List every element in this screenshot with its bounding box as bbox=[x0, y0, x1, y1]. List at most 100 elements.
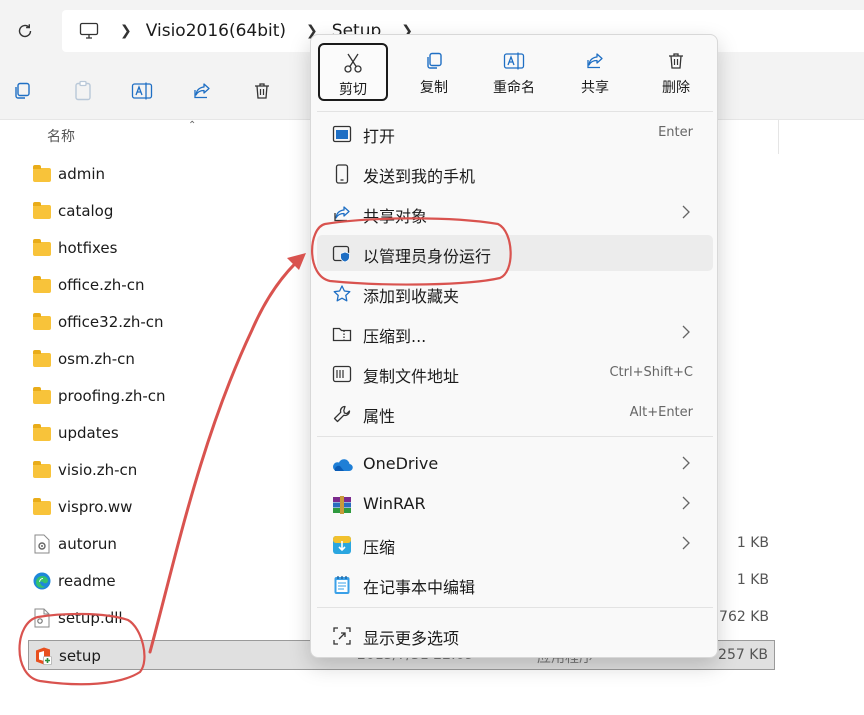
delete-icon bbox=[255, 83, 269, 99]
breadcrumb-visio2016[interactable]: Visio2016(64bit) bbox=[146, 21, 286, 41]
share-button[interactable]: 共享 bbox=[560, 43, 630, 101]
menu-item-more-options[interactable]: 显示更多选项 bbox=[317, 617, 713, 653]
menu-item-compress-to[interactable]: 压缩到... bbox=[317, 315, 713, 351]
wrench-icon bbox=[331, 403, 353, 425]
share-icon bbox=[583, 49, 607, 73]
quick-action-bar: 剪切 复制 重命名 共享 删除 bbox=[311, 35, 719, 109]
column-header-name[interactable]: 名称 bbox=[47, 126, 75, 146]
menu-item-label: 压缩 bbox=[363, 538, 396, 557]
folder-icon bbox=[32, 386, 52, 406]
delete-label: 删除 bbox=[662, 80, 690, 96]
menu-item-label: 复制文件地址 bbox=[363, 367, 460, 386]
column-divider[interactable] bbox=[778, 120, 779, 154]
toolbar-delete-button[interactable] bbox=[250, 78, 274, 104]
star-icon bbox=[331, 283, 353, 305]
menu-item-add-favorites[interactable]: 添加到收藏夹 bbox=[317, 275, 713, 311]
menu-item-winrar[interactable]: WinRAR bbox=[317, 486, 713, 522]
this-pc-icon bbox=[78, 20, 100, 42]
copy-path-icon bbox=[331, 363, 353, 385]
phone-icon bbox=[331, 163, 353, 185]
chevron-right-icon bbox=[682, 496, 690, 510]
copy-label: 复制 bbox=[420, 80, 448, 96]
menu-item-send-to-phone[interactable]: 发送到我的手机 bbox=[317, 155, 713, 191]
menu-shortcut: Enter bbox=[658, 125, 693, 140]
menu-shortcut: Alt+Enter bbox=[629, 405, 693, 420]
file-size: 257 KB bbox=[718, 647, 768, 663]
office-setup-icon bbox=[33, 646, 53, 666]
file-name: admin bbox=[58, 165, 105, 183]
edge-browser-icon bbox=[32, 571, 52, 591]
notepad-icon bbox=[331, 574, 353, 596]
rename-icon bbox=[502, 49, 526, 73]
open-window-icon bbox=[331, 123, 353, 145]
toolbar-paste-button[interactable] bbox=[71, 78, 95, 104]
file-name: updates bbox=[58, 424, 119, 442]
zip-folder-icon bbox=[331, 323, 353, 345]
compress-app-icon bbox=[331, 534, 353, 556]
menu-shortcut: Ctrl+Shift+C bbox=[609, 365, 693, 380]
breadcrumb-chevron-icon[interactable]: ❯ bbox=[120, 23, 132, 39]
toolbar-share-button[interactable] bbox=[190, 78, 214, 104]
sort-ascending-icon: ⌃ bbox=[188, 120, 197, 131]
file-size: 1 KB bbox=[736, 535, 769, 551]
file-name: setup bbox=[59, 647, 101, 665]
refresh-icon bbox=[18, 24, 32, 38]
copy-button[interactable]: 复制 bbox=[399, 43, 469, 101]
delete-icon bbox=[664, 49, 688, 73]
menu-item-label: 在记事本中编辑 bbox=[363, 578, 476, 597]
file-name: visio.zh-cn bbox=[58, 461, 138, 479]
menu-item-onedrive[interactable]: OneDrive bbox=[317, 446, 713, 482]
folder-icon bbox=[32, 349, 52, 369]
menu-item-label: 发送到我的手机 bbox=[363, 167, 476, 186]
menu-item-run-as-admin[interactable]: 以管理员身份运行 bbox=[317, 235, 713, 271]
file-name: readme bbox=[58, 572, 116, 590]
folder-icon bbox=[32, 275, 52, 295]
file-size: 1 KB bbox=[736, 572, 769, 588]
admin-shield-icon bbox=[331, 243, 353, 265]
winrar-icon bbox=[331, 494, 353, 516]
menu-item-open[interactable]: 打开 Enter bbox=[317, 115, 713, 151]
toolbar-rename-button[interactable] bbox=[130, 78, 154, 104]
menu-item-label: WinRAR bbox=[363, 494, 426, 513]
toolbar-copy-button[interactable] bbox=[10, 78, 34, 104]
menu-item-label: 共享对象 bbox=[363, 207, 428, 226]
folder-icon bbox=[32, 312, 52, 332]
menu-item-properties[interactable]: 属性 Alt+Enter bbox=[317, 395, 713, 431]
delete-button[interactable]: 删除 bbox=[641, 43, 711, 101]
file-name: setup.dll bbox=[58, 609, 123, 627]
copy-icon bbox=[15, 82, 30, 99]
settings-file-icon bbox=[32, 534, 52, 554]
share-icon bbox=[194, 83, 210, 99]
file-name: osm.zh-cn bbox=[58, 350, 135, 368]
refresh-button[interactable] bbox=[12, 18, 38, 44]
menu-item-label: 显示更多选项 bbox=[363, 629, 460, 648]
file-name: catalog bbox=[58, 202, 114, 220]
menu-item-label: 属性 bbox=[363, 407, 396, 426]
scissors-icon bbox=[341, 51, 365, 75]
dll-file-icon bbox=[32, 608, 52, 628]
menu-item-share-object[interactable]: 共享对象 bbox=[317, 195, 713, 231]
menu-item-compress[interactable]: 压缩 bbox=[317, 526, 713, 562]
file-size: 762 KB bbox=[719, 609, 769, 625]
onedrive-cloud-icon bbox=[331, 454, 353, 476]
menu-item-label: OneDrive bbox=[363, 454, 439, 473]
rename-label: 重命名 bbox=[493, 80, 535, 96]
rename-button[interactable]: 重命名 bbox=[479, 43, 549, 101]
folder-icon bbox=[32, 497, 52, 517]
menu-divider bbox=[317, 436, 713, 437]
folder-icon bbox=[32, 460, 52, 480]
file-name: proofing.zh-cn bbox=[58, 387, 166, 405]
menu-item-copy-path[interactable]: 复制文件地址 Ctrl+Shift+C bbox=[317, 355, 713, 391]
copy-icon bbox=[422, 49, 446, 73]
menu-item-label: 压缩到... bbox=[363, 327, 427, 346]
cut-button[interactable]: 剪切 bbox=[318, 43, 388, 101]
folder-icon bbox=[32, 238, 52, 258]
menu-item-edit-notepad[interactable]: 在记事本中编辑 bbox=[317, 566, 713, 602]
folder-icon bbox=[32, 164, 52, 184]
chevron-right-icon bbox=[682, 536, 690, 550]
chevron-right-icon bbox=[682, 325, 690, 339]
menu-item-label: 打开 bbox=[363, 127, 396, 146]
file-name: vispro.ww bbox=[58, 498, 133, 516]
menu-divider bbox=[317, 111, 713, 112]
rename-icon bbox=[131, 82, 153, 100]
